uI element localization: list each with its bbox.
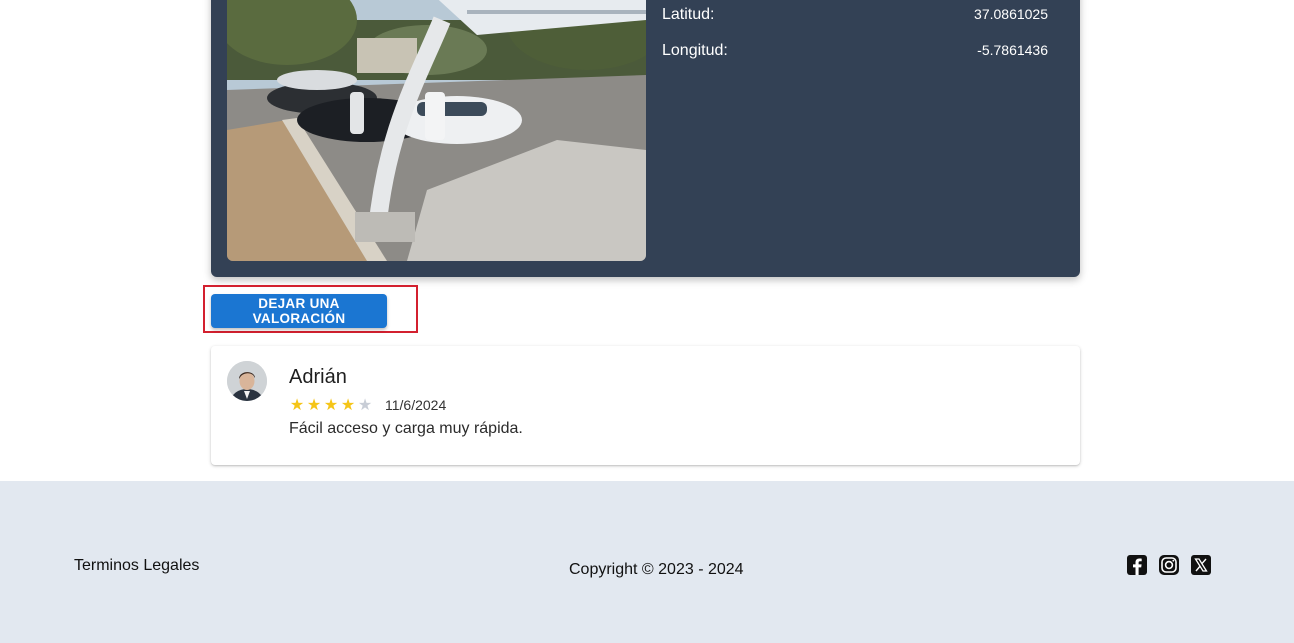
station-info-card: Latitud: 37.0861025 Longitud: -5.7861436 <box>211 0 1080 277</box>
latitude-row: Latitud: 37.0861025 <box>662 6 1048 24</box>
avatar <box>227 361 267 401</box>
review-card: Adrián ★ ★ ★ ★ ★ 11/6/2024 Fácil acceso … <box>211 346 1080 465</box>
review-date: 11/6/2024 <box>385 397 447 413</box>
page: Latitud: 37.0861025 Longitud: -5.7861436… <box>0 0 1294 643</box>
station-photo <box>227 0 646 261</box>
x-twitter-icon[interactable] <box>1190 554 1212 576</box>
star-icon: ★ <box>289 397 305 414</box>
legal-terms-link[interactable]: Terminos Legales <box>74 557 199 575</box>
leave-rating-button[interactable]: DEJAR UNA VALORACIÓN <box>211 294 387 328</box>
instagram-icon[interactable] <box>1158 554 1180 576</box>
star-empty-icon: ★ <box>357 397 373 414</box>
latitude-label: Latitud: <box>662 6 715 23</box>
longitude-row: Longitud: -5.7861436 <box>662 42 1048 60</box>
facebook-icon[interactable] <box>1126 554 1148 576</box>
review-text: Fácil acceso y carga muy rápida. <box>289 420 523 437</box>
star-icon: ★ <box>323 397 339 414</box>
copyright-text: Copyright © 2023 - 2024 <box>569 561 744 578</box>
star-rating: ★ ★ ★ ★ ★ <box>289 398 373 414</box>
star-icon: ★ <box>340 397 356 414</box>
longitude-label: Longitud: <box>662 42 728 59</box>
footer: Terminos Legales Copyright © 2023 - 2024 <box>0 481 1294 643</box>
reviewer-name: Adrián <box>289 366 347 388</box>
rate-button-highlight: DEJAR UNA VALORACIÓN <box>203 285 418 333</box>
star-icon: ★ <box>306 397 322 414</box>
latitude-value: 37.0861025 <box>974 6 1048 22</box>
longitude-value: -5.7861436 <box>977 42 1048 58</box>
